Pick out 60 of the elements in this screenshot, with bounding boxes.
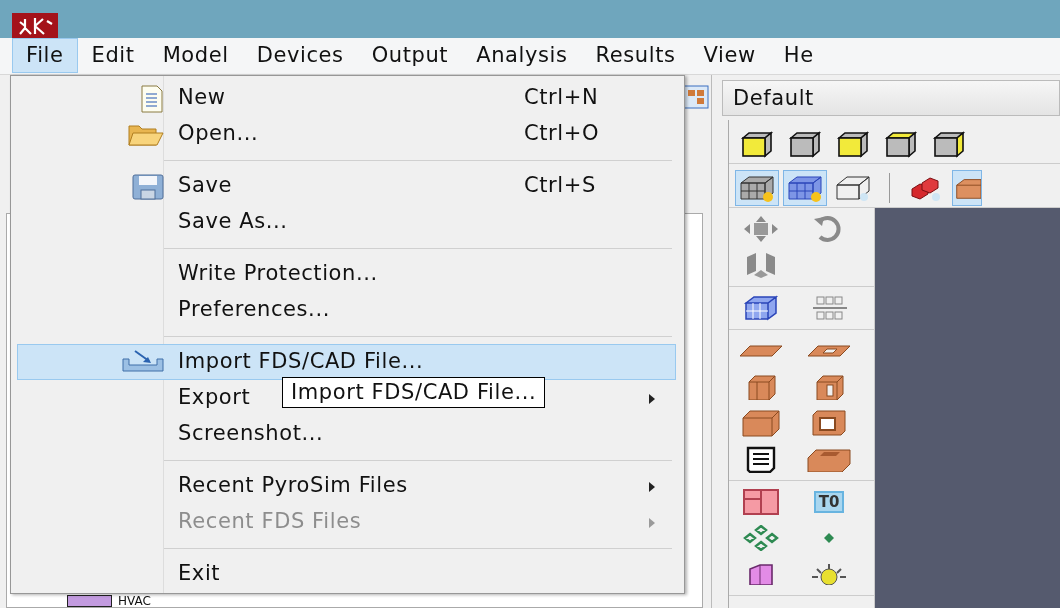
submenu-arrow-icon	[648, 517, 656, 529]
menu-bar-item[interactable]: Devices	[242, 38, 358, 73]
menu-bar-item[interactable]: Edit	[77, 38, 149, 73]
submenu-arrow-icon	[648, 481, 656, 493]
menu-item[interactable]: Preferences...	[178, 294, 330, 326]
diamond-cluster-icon[interactable]	[742, 525, 780, 551]
cube-icon[interactable]	[739, 130, 775, 158]
import-arrow-icon	[121, 349, 165, 373]
menu-bar-item[interactable]: View	[689, 38, 770, 73]
mesh-bulb-icon	[785, 173, 825, 203]
shortcut-text: Ctrl+N	[524, 84, 599, 112]
menu-bar-item[interactable]: Model	[148, 38, 243, 73]
open-box-icon[interactable]	[806, 446, 852, 472]
submenu-arrow-icon	[648, 393, 656, 405]
small-block-hole-icon[interactable]	[813, 374, 845, 400]
menu-item[interactable]: Recent PyroSim Files	[178, 470, 408, 502]
menu-item[interactable]: Save As...	[178, 206, 288, 238]
menu-item[interactable]: Open...	[178, 118, 259, 150]
tree-item[interactable]: HVAC	[118, 594, 151, 608]
mesh-icon[interactable]	[743, 294, 779, 322]
menu-item[interactable]: Export	[178, 382, 251, 414]
grid-lines-icon[interactable]	[811, 294, 847, 322]
notes-icon[interactable]	[744, 445, 778, 473]
orbit-icon[interactable]	[744, 251, 778, 279]
wireframe-box-icon	[833, 173, 873, 203]
cube-icon[interactable]	[787, 130, 823, 158]
block-icon[interactable]	[741, 409, 781, 437]
menu-bar-item[interactable]: Output	[357, 38, 463, 73]
menu-bar-item[interactable]: He	[769, 38, 828, 73]
layout-icon[interactable]	[683, 85, 709, 109]
small-block-icon[interactable]	[745, 374, 777, 400]
view-tab[interactable]: Default	[722, 80, 1060, 116]
toolbar-button[interactable]	[952, 170, 982, 206]
time-zero-badge[interactable]: T0	[813, 491, 845, 513]
menu-item[interactable]: Exit	[178, 558, 221, 590]
light-bulb-icon[interactable]	[809, 563, 849, 585]
slab-icon[interactable]	[738, 342, 784, 360]
document-icon	[139, 85, 165, 113]
cube-icon[interactable]	[883, 130, 919, 158]
menu-item[interactable]: New	[178, 82, 226, 114]
panel-icon[interactable]	[741, 488, 781, 516]
menu-bar-item[interactable]: Analysis	[462, 38, 582, 73]
shortcut-text: Ctrl+O	[524, 120, 600, 148]
shortcut-text: Ctrl+S	[524, 172, 596, 200]
grid-bulb-icon	[737, 173, 777, 203]
highlighted-menu-item[interactable]: Import FDS/CAD File...	[17, 344, 676, 380]
menu-item[interactable]: Save	[178, 170, 232, 202]
app-logo-icon	[12, 13, 58, 39]
move-arrows-icon[interactable]	[743, 215, 779, 243]
toolbar-button[interactable]	[735, 170, 779, 206]
menu-bar-item[interactable]: Results	[581, 38, 690, 73]
hollow-block-icon[interactable]	[809, 409, 849, 437]
cube-icon[interactable]	[931, 130, 967, 158]
slab-hole-icon[interactable]	[806, 342, 852, 360]
menu-item[interactable]: Write Protection...	[178, 258, 378, 290]
cube-icon[interactable]	[835, 130, 871, 158]
menu-item[interactable]: Screenshot...	[178, 418, 324, 450]
menu-bar-item[interactable]: File	[12, 38, 78, 73]
toolbar-button[interactable]	[783, 170, 827, 206]
tooltip: Import FDS/CAD File...	[282, 377, 546, 408]
